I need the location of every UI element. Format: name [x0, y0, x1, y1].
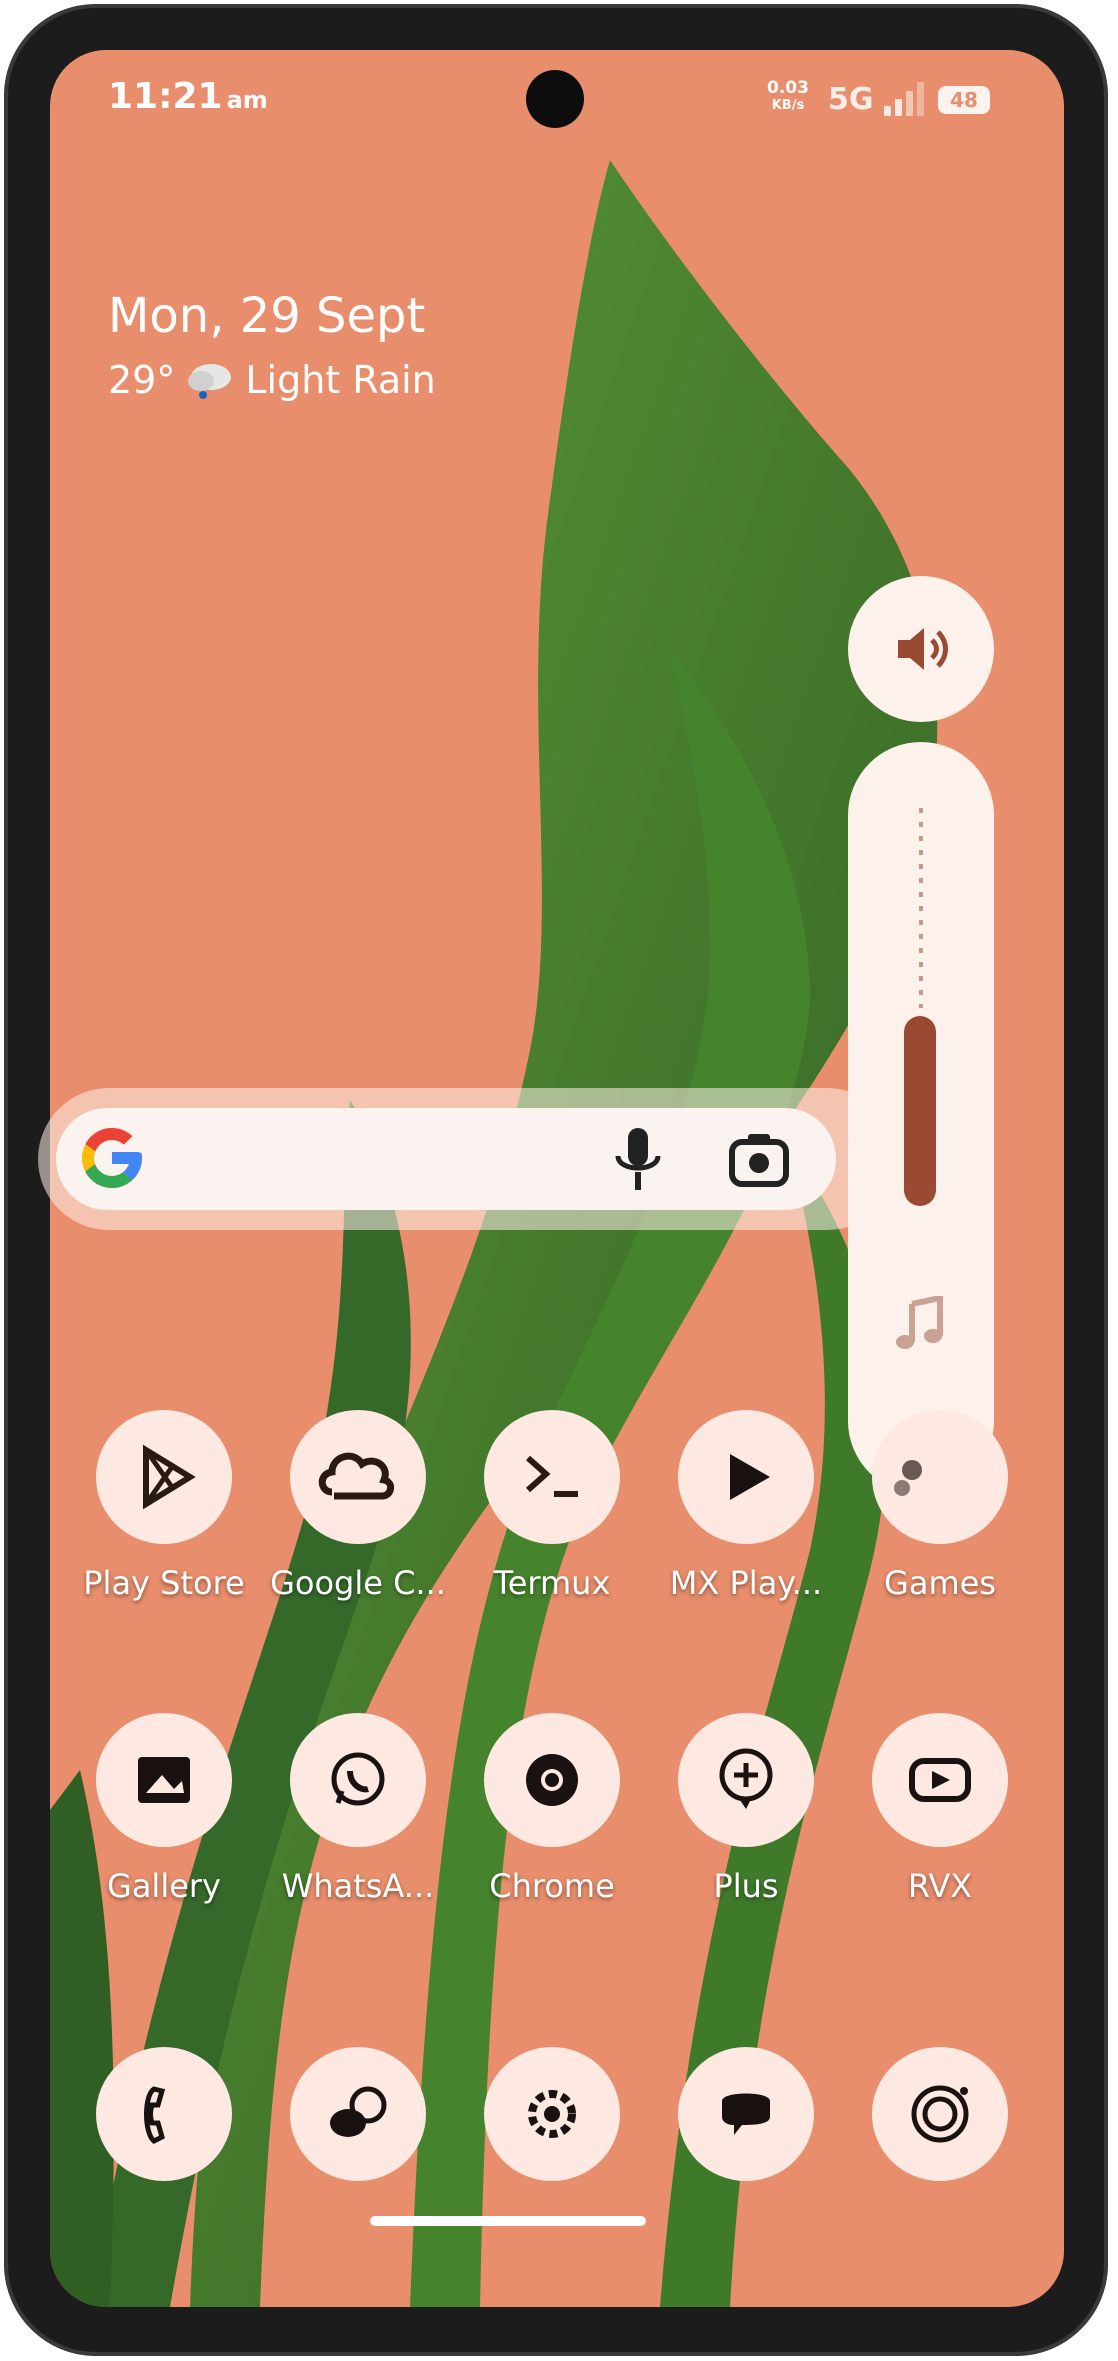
lens-camera-icon[interactable]: [728, 1130, 790, 1190]
phone-icon: [144, 2086, 166, 2144]
mic-icon[interactable]: [610, 1126, 666, 1194]
rain-cloud-icon: [188, 364, 232, 399]
date-widget[interactable]: Mon, 29 Sept: [108, 288, 425, 344]
app-chrome[interactable]: Chrome: [462, 1713, 642, 1905]
dock-messages[interactable]: [268, 2047, 448, 2181]
network-type: 5G: [828, 82, 874, 117]
dock-phone[interactable]: [74, 2047, 254, 2181]
app-whatsapp[interactable]: WhatsA...: [268, 1713, 448, 1905]
gallery-icon: [138, 1757, 190, 1803]
app-label: WhatsA...: [281, 1867, 435, 1905]
volume-track[interactable]: [919, 808, 923, 1008]
app-google-cloud[interactable]: Google C...: [268, 1410, 448, 1602]
app-mx-player[interactable]: MX Play...: [656, 1410, 836, 1602]
dock-camera[interactable]: [850, 2047, 1030, 2181]
dock-chat[interactable]: [656, 2047, 836, 2181]
gesture-home-bar[interactable]: [370, 2216, 646, 2226]
weather-widget[interactable]: 29° Light Rain: [108, 358, 436, 402]
app-label: Termux: [493, 1564, 611, 1602]
search-input[interactable]: [56, 1108, 836, 1210]
battery-icon: 48: [938, 86, 990, 114]
temperature: 29°: [108, 358, 176, 402]
weather-condition: Light Rain: [245, 358, 436, 402]
chat-icon: [722, 2093, 770, 2135]
play-icon: [730, 1454, 770, 1500]
camera-icon: [911, 2085, 969, 2143]
volume-slider-fill[interactable]: [904, 1016, 936, 1206]
music-note-icon[interactable]: [894, 1296, 948, 1352]
dock-settings[interactable]: [462, 2047, 642, 2181]
rvx-icon: [909, 1758, 971, 1802]
clock: 11:21 am: [108, 76, 268, 117]
chrome-icon: [526, 1754, 578, 1806]
app-label: Play Store: [83, 1564, 245, 1602]
signal-icon: [884, 82, 924, 116]
front-camera: [526, 70, 584, 128]
app-label: MX Play...: [669, 1564, 823, 1602]
app-games[interactable]: Games: [850, 1410, 1030, 1602]
app-play-store[interactable]: Play Store: [74, 1410, 254, 1602]
whatsapp-icon: [331, 1752, 385, 1806]
app-label: Gallery: [107, 1867, 221, 1905]
network-speed: 0.03 KB/s: [767, 78, 809, 114]
status-bar: 11:21 am 0.03 KB/s 5G 48: [50, 50, 1064, 140]
app-termux[interactable]: Termux: [462, 1410, 642, 1602]
messages-bubbles-icon: [330, 2086, 387, 2137]
games-icon: [894, 1460, 922, 1496]
app-label: Plus: [713, 1867, 779, 1905]
app-label: Chrome: [489, 1867, 615, 1905]
settings-icon: [528, 2090, 576, 2138]
app-plus[interactable]: Plus: [656, 1713, 836, 1905]
terminal-icon: [526, 1455, 578, 1497]
app-gallery[interactable]: Gallery: [74, 1713, 254, 1905]
play-store-icon: [143, 1444, 196, 1510]
google-logo-icon[interactable]: [76, 1122, 148, 1194]
speaker-icon: [898, 628, 948, 670]
app-rvx[interactable]: RVX: [850, 1713, 1030, 1905]
app-label: RVX: [907, 1867, 973, 1905]
app-label: Google C...: [270, 1564, 446, 1602]
app-label: Games: [884, 1564, 996, 1602]
cloud-icon: [318, 1452, 394, 1500]
plus-icon: [719, 1748, 773, 1809]
